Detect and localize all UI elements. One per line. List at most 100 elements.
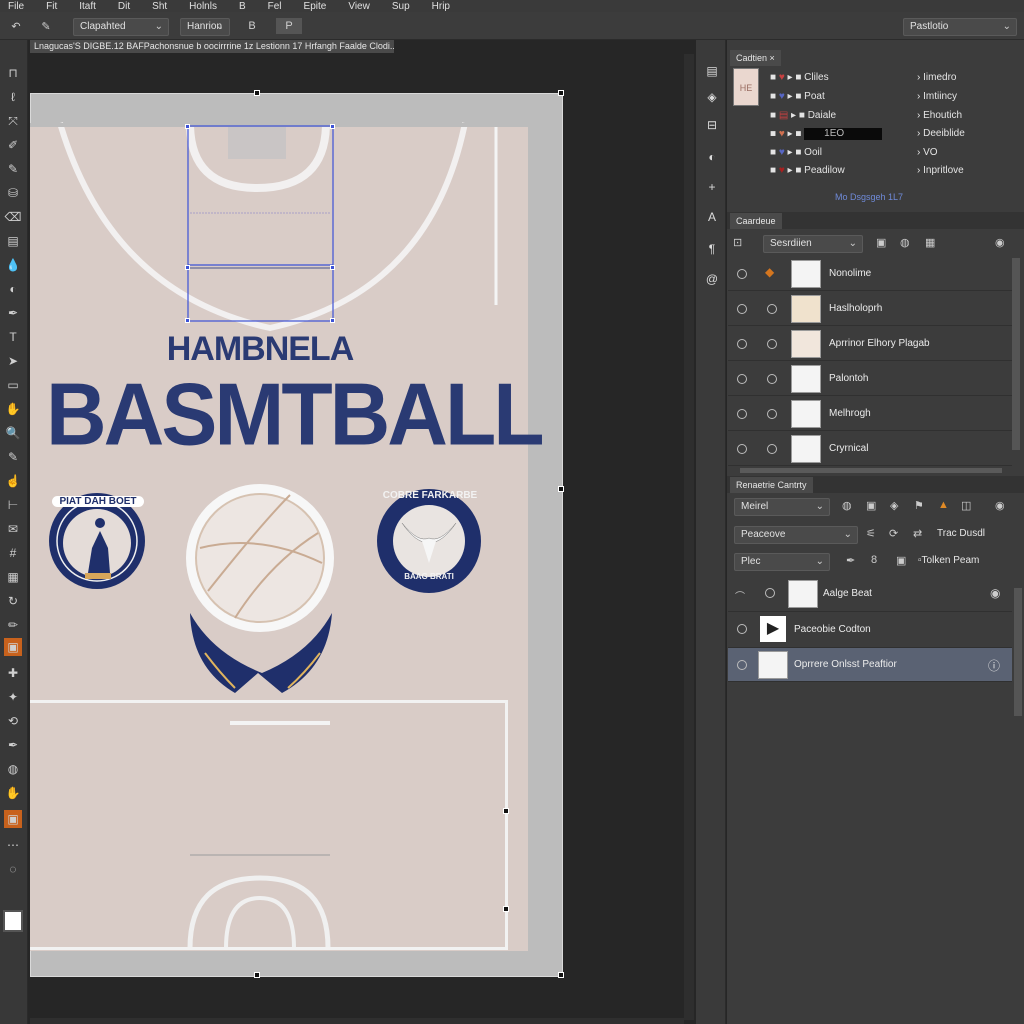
menu-item[interactable]: Fit (46, 1, 57, 12)
swatch-row[interactable]: ■ ▤ ▸ ■ Daiale (770, 110, 836, 128)
adjustment-filter-icon[interactable]: ◍ (900, 236, 910, 249)
smudge-icon[interactable]: ☝ (4, 472, 22, 490)
selection-handle[interactable] (185, 318, 190, 323)
link-icon[interactable] (767, 409, 777, 419)
selection-handle[interactable] (330, 265, 335, 270)
lasso-tool-icon[interactable]: ℓ (4, 88, 22, 106)
layer-name[interactable]: Nonolime (829, 268, 871, 279)
bold-icon[interactable]: B (244, 18, 260, 34)
workspace-dropdown[interactable]: Pastlotio ⌄ (903, 18, 1017, 36)
close-icon[interactable]: × (770, 53, 775, 63)
edit-toolbar-icon[interactable]: ◌ (4, 860, 22, 878)
menu-item[interactable]: B (239, 1, 246, 12)
selection-handle[interactable] (330, 124, 335, 129)
warning-icon[interactable]: ▲ (938, 499, 949, 511)
pixel-filter-icon[interactable]: ▣ (876, 236, 886, 249)
swatch-preview[interactable]: HE (733, 68, 759, 106)
adjust-icon[interactable]: ◈ (890, 499, 898, 512)
type-filter-icon[interactable]: ▦ (925, 236, 935, 249)
vertical-scrollbar[interactable] (684, 54, 694, 1020)
layer-row[interactable]: Haslholoprh (728, 292, 1012, 326)
type-dropdown[interactable]: Plec ⌄ (734, 553, 830, 571)
history-icon[interactable]: ▤ (703, 62, 721, 80)
menu-item[interactable]: Fel (268, 1, 282, 12)
swatch-row[interactable]: ■ ♥ ▸ ■ Ooil (770, 147, 822, 165)
selection-handle[interactable] (185, 265, 190, 270)
visibility-icon[interactable] (737, 409, 747, 419)
info-icon[interactable]: ⓘ (988, 657, 1000, 674)
horizontal-scrollbar[interactable] (30, 1018, 684, 1024)
path-select-icon[interactable]: ➤ (4, 352, 22, 370)
layer-filter-dropdown[interactable]: Sesrdiien ⌄ (763, 235, 863, 253)
swatch-row[interactable]: ■ ♥ ▸ ■ Cliles (770, 72, 829, 90)
menu-item[interactable]: File (8, 1, 24, 12)
link-icon[interactable] (767, 304, 777, 314)
burn-icon[interactable]: ✋ (4, 784, 22, 802)
hand-tool-icon[interactable]: ✋ (4, 400, 22, 418)
transform-handle[interactable] (503, 808, 509, 814)
menu-item[interactable]: Sht (152, 1, 167, 12)
transform-handle[interactable] (503, 906, 509, 912)
visibility-icon[interactable] (737, 660, 747, 670)
visibility-icon[interactable] (737, 339, 747, 349)
brush-icon[interactable]: ✎ (4, 160, 22, 178)
swatch-row[interactable]: ■ ♥ ▸ ■ Poat (770, 91, 825, 109)
layer-name[interactable]: Cryrnical (829, 443, 868, 454)
panel-icon[interactable]: ◫ (961, 499, 971, 512)
menu-item[interactable]: Holnls (189, 1, 217, 12)
mask-icon[interactable]: ◍ (842, 499, 852, 512)
paragraph-icon[interactable]: ¶ (703, 240, 721, 258)
layer-row[interactable]: Aprrinor Elhory Plagab (728, 327, 1012, 361)
menu-item[interactable]: Itaft (79, 1, 96, 12)
eraser-icon[interactable]: ⌫ (4, 208, 22, 226)
grid-icon[interactable]: ▦ (4, 568, 22, 586)
property-name[interactable]: Paceobie Codton (794, 624, 871, 635)
layer-name[interactable]: Melhrogh (829, 408, 871, 419)
style-dropdown[interactable]: Hanrion ⌄ (180, 18, 230, 36)
brush-icon[interactable]: ✎ (4, 448, 22, 466)
refresh-icon[interactable]: ⟳ (889, 527, 898, 540)
menu-item[interactable]: Sup (392, 1, 410, 12)
mode-dropdown[interactable]: Clapahted ⌄ (73, 18, 169, 36)
layer-row[interactable]: Palontoh (728, 362, 1012, 396)
layer-row[interactable]: ◆ Nonolime (728, 257, 1012, 291)
clone-source-icon[interactable]: ⊟ (703, 116, 721, 134)
visibility-icon[interactable] (737, 444, 747, 454)
history-brush-icon[interactable]: ⟲ (4, 712, 22, 730)
transform-handle[interactable] (558, 90, 564, 96)
layer-name[interactable]: Aprrinor Elhory Plagab (829, 338, 930, 349)
layer-row[interactable]: Melhrogh (728, 397, 1012, 431)
edit-icon[interactable]: ✎ (38, 18, 54, 34)
transform-handle[interactable] (558, 972, 564, 978)
stamp-tool-icon[interactable]: ⛁ (4, 184, 22, 202)
swatch-row[interactable]: ■ ♥ ▸ ■ 1EO (770, 128, 883, 146)
preset-dropdown[interactable]: Peaceove ⌄ (734, 526, 858, 544)
pen-icon[interactable]: ✒ (846, 554, 855, 567)
undo-icon[interactable]: ↶ (8, 18, 24, 34)
property-row[interactable]: ▶ Paceobie Codton (728, 612, 1012, 648)
swatch-row[interactable]: ■ ♥ ▸ ■ Peadilow (770, 165, 845, 183)
sponge-icon[interactable]: ◍ (4, 760, 22, 778)
type-tool-icon[interactable]: T (4, 328, 22, 346)
layers-vertical-scrollbar[interactable] (1012, 258, 1020, 450)
menu-item[interactable]: Dit (118, 1, 130, 12)
layer-name[interactable]: Haslholoprh (829, 303, 882, 314)
dodge-icon[interactable]: ◐ (4, 280, 22, 298)
selection-handle[interactable] (185, 124, 190, 129)
transform-handle[interactable] (254, 972, 260, 978)
document-tab[interactable]: Lnagucas'S DIGBE.12 BAFPachonsnue b ooci… (30, 40, 394, 53)
text-direction-icon[interactable]: ⇄ (913, 527, 922, 540)
sliders-icon[interactable]: ⚟ (866, 527, 876, 540)
image-icon[interactable]: ▣ (896, 554, 906, 567)
selection-handle[interactable] (330, 318, 335, 323)
visibility-icon[interactable] (737, 374, 747, 384)
poster-title[interactable]: BASMTBALL (46, 364, 545, 466)
shape-tool-icon[interactable]: ▭ (4, 376, 22, 394)
glyph-icon[interactable]: @ (703, 270, 721, 288)
visibility-icon[interactable]: ⌒ (735, 588, 745, 603)
transform-handle[interactable] (558, 486, 564, 492)
link-icon[interactable] (767, 339, 777, 349)
note-icon[interactable]: ✉ (4, 520, 22, 538)
flag-icon[interactable]: ⚑ (914, 499, 924, 512)
active-tool-icon[interactable]: ▣ (4, 638, 22, 656)
